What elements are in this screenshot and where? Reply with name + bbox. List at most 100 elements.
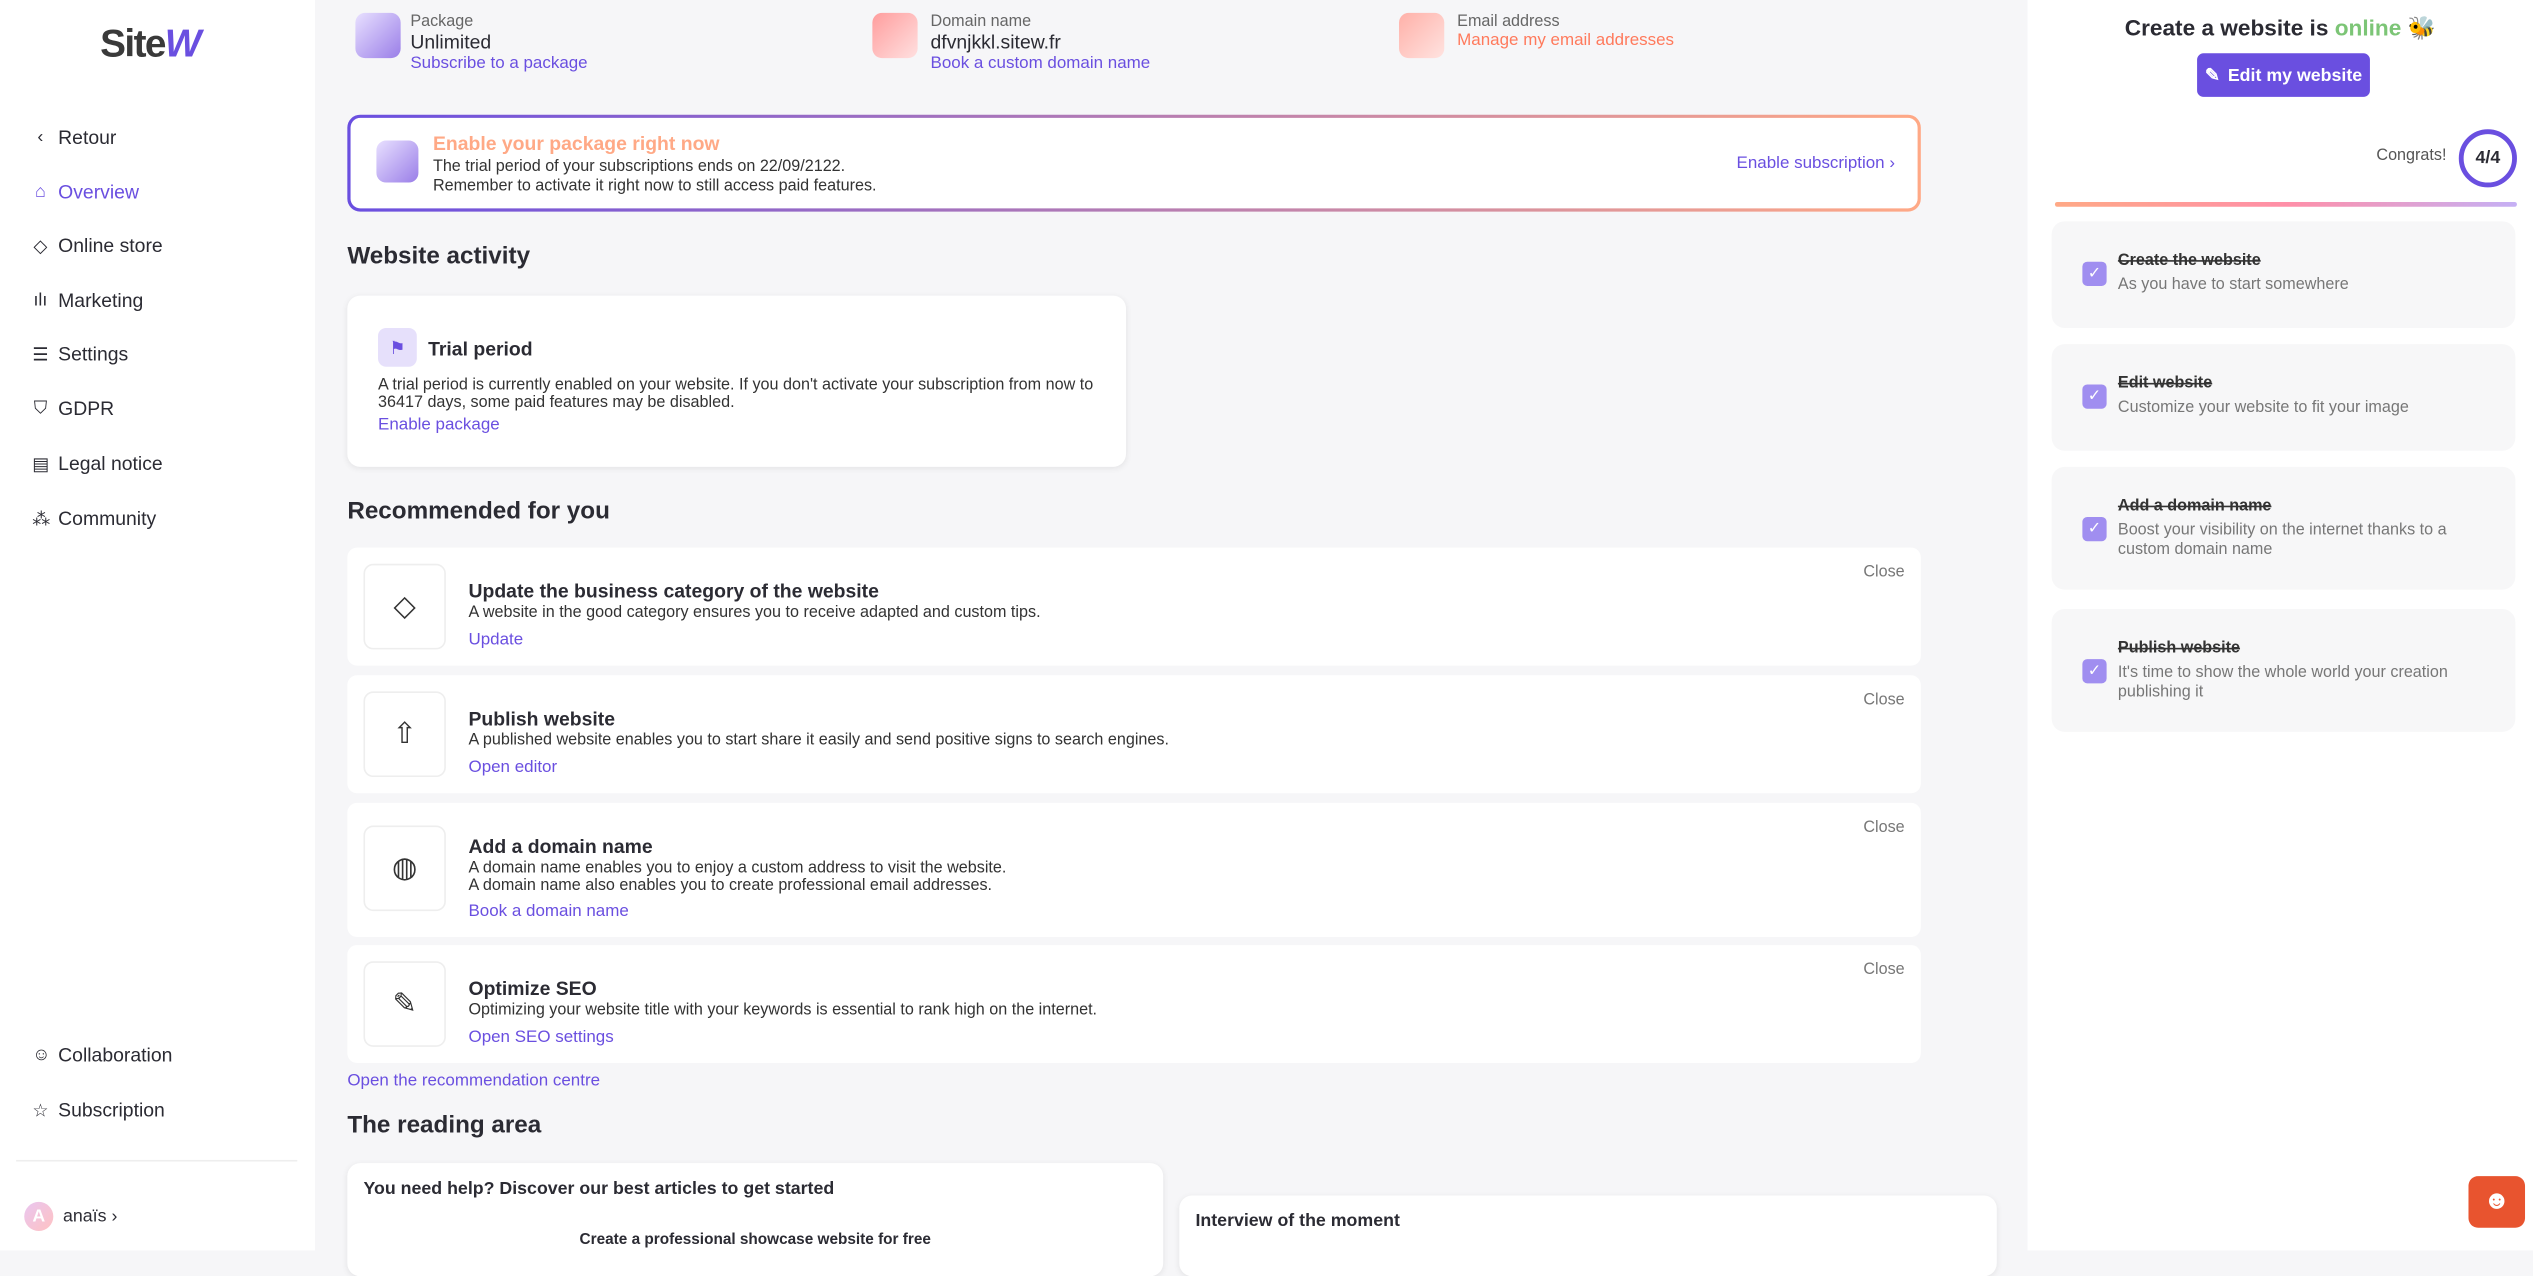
shield-icon: ⛉ — [33, 398, 48, 418]
document-icon: ▤ — [32, 454, 50, 475]
card-title: Interview of the moment — [1195, 1211, 1400, 1232]
rec-desc: A domain name enables you to enjoy a cus… — [468, 859, 1007, 895]
sidebar-item-label: Subscription — [58, 1098, 165, 1122]
info-label: Package — [410, 12, 474, 31]
close-button[interactable]: Close — [1863, 819, 1904, 837]
enable-package-link[interactable]: Enable package — [378, 415, 500, 434]
sidebar: SiteW ‹ Retour ⌂ Overview ◇ Online store ıl… — [0, 0, 316, 1251]
sidebar-item-label: Marketing — [58, 289, 144, 312]
home-icon: ⌂ — [35, 182, 46, 202]
recommendation-item: ◍ Add a domain name A domain name enable… — [347, 802, 1921, 937]
sidebar-item-online-store[interactable]: ◇ Online store — [32, 234, 163, 257]
checkbox-checked[interactable]: ✓ — [2082, 384, 2107, 409]
info-label: Domain name — [930, 12, 1032, 31]
step-item: ✓ Edit website Customize your website to f… — [2051, 344, 2516, 451]
globe-icon: ◍ — [363, 825, 446, 912]
star-icon — [355, 12, 401, 59]
chevron-left-icon: ‹ — [37, 127, 44, 148]
progress-counter: 4/4 — [2458, 129, 2517, 188]
enable-subscription-link[interactable]: Enable subscription › — [1737, 153, 1895, 172]
user-menu[interactable]: anaïs › — [63, 1207, 117, 1226]
sidebar-item-label: GDPR — [58, 397, 115, 421]
update-link[interactable]: Update — [468, 630, 523, 649]
sitew-logo[interactable]: SiteW — [100, 23, 201, 68]
help-articles-card: You need help? Discover our best article… — [347, 1163, 1164, 1276]
chevron-right-icon: › — [111, 1206, 118, 1227]
banner-title: Enable your package right now — [432, 132, 720, 156]
envelope-icon — [1399, 12, 1445, 59]
recommendation-centre-link[interactable]: Open the recommendation centre — [347, 1071, 600, 1090]
avatar[interactable]: A — [24, 1201, 54, 1232]
sidebar-item-settings[interactable]: ☰ Settings — [32, 342, 128, 365]
rec-desc: A website in the good category ensures y… — [468, 604, 1041, 622]
progress-panel: Create a website is online 🐝 ✎ Edit my we… — [2027, 0, 2533, 1251]
recommendation-item: ✎ Optimize SEO Optimizing your website t… — [347, 945, 1921, 1063]
sidebar-item-community[interactable]: ⁂ Community — [32, 507, 156, 530]
chat-widget-button[interactable]: ☻ — [2468, 1176, 2526, 1228]
interview-card: Interview of the moment — [1179, 1195, 1997, 1276]
community-icon: ⁂ — [32, 509, 51, 530]
banner-text: The trial period of your subscriptions e… — [432, 158, 877, 196]
edit-website-button[interactable]: ✎ Edit my website — [2197, 53, 2370, 97]
pencil-icon: ✎ — [2204, 66, 2220, 86]
recommendation-item: ◇ Update the business category of the we… — [347, 547, 1921, 666]
step-item: ✓ Create the website As you have to start … — [2051, 221, 2516, 328]
bee-icon: 🐝 — [2407, 14, 2436, 41]
sidebar-item-marketing[interactable]: ılı Marketing — [32, 289, 143, 312]
close-button[interactable]: Close — [1863, 961, 1904, 979]
card-title: Trial period — [428, 337, 533, 361]
step-item: ✓ Publish website It's time to show the wh… — [2051, 609, 2516, 732]
rec-desc: Optimizing your website title with your … — [468, 1001, 1098, 1020]
sidebar-item-label: Online store — [58, 234, 163, 257]
sidebar-item-overview[interactable]: ⌂ Overview — [32, 181, 139, 204]
checkbox-checked[interactable]: ✓ — [2082, 516, 2107, 542]
close-button[interactable]: Close — [1863, 564, 1904, 582]
sidebar-item-label: Collaboration — [58, 1043, 173, 1067]
package-info: Package Unlimited Subscribe to a package — [355, 12, 588, 73]
rec-title: Optimize SEO — [468, 977, 597, 1000]
sidebar-item-legal-notice[interactable]: ▤ Legal notice — [32, 452, 162, 475]
card-text: A trial period is currently enabled on y… — [378, 376, 1094, 412]
enable-package-banner: Enable your package right now The trial … — [347, 114, 1921, 212]
sidebar-item-gdpr[interactable]: ⛉ GDPR — [32, 397, 114, 420]
info-label: Email address — [1457, 12, 1560, 31]
divider — [16, 1159, 298, 1162]
article-link[interactable]: Create a professional showcase website f… — [347, 1231, 1163, 1249]
paper-plane-icon — [872, 12, 918, 59]
star-icon — [376, 140, 419, 183]
star-icon: ☆ — [32, 1100, 49, 1121]
book-domain-name-link[interactable]: Book a domain name — [468, 901, 628, 920]
chat-bot-icon: ☻ — [2483, 1187, 2511, 1215]
sidebar-item-subscription[interactable]: ☆ Subscription — [32, 1098, 165, 1122]
tag-icon: ◇ — [33, 236, 48, 257]
step-item: ✓ Add a domain name Boost your visibility … — [2051, 466, 2516, 590]
close-button[interactable]: Close — [1863, 691, 1904, 709]
info-value: dfvnjkkl.sitew.fr — [930, 30, 1061, 54]
back-label: Retour — [58, 126, 117, 149]
users-icon: ☺ — [32, 1045, 51, 1065]
tag-icon: ◇ — [363, 563, 446, 650]
upload-cloud-icon: ⇧ — [363, 691, 446, 778]
user-name: anaïs — [63, 1206, 107, 1227]
sliders-icon: ☰ — [32, 344, 49, 365]
section-heading: The reading area — [347, 1111, 542, 1139]
checkbox-checked[interactable]: ✓ — [2082, 261, 2107, 286]
section-heading: Recommended for you — [347, 497, 610, 526]
open-editor-link[interactable]: Open editor — [468, 758, 557, 777]
sidebar-item-label: Legal notice — [58, 452, 163, 475]
subscribe-link[interactable]: Subscribe to a package — [410, 53, 587, 72]
manage-email-link[interactable]: Manage my email addresses — [1457, 31, 1674, 50]
checkbox-checked[interactable]: ✓ — [2082, 659, 2107, 684]
sidebar-item-collaboration[interactable]: ☺ Collaboration — [32, 1044, 172, 1067]
progress-bar — [2054, 201, 2517, 207]
flag-icon: ⚑ — [378, 327, 417, 367]
rec-title: Add a domain name — [468, 835, 653, 858]
back-link[interactable]: ‹ Retour — [32, 126, 116, 149]
open-seo-settings-link[interactable]: Open SEO settings — [468, 1027, 613, 1046]
panel-title: Create a website is online 🐝 — [2124, 14, 2436, 41]
pencil-icon: ✎ — [363, 961, 446, 1047]
section-heading: Website activity — [347, 242, 531, 270]
recommendation-item: ⇧ Publish website A published website en… — [347, 675, 1921, 794]
rec-desc: A published website enables you to start… — [468, 731, 1169, 750]
book-domain-link[interactable]: Book a custom domain name — [931, 53, 1151, 72]
